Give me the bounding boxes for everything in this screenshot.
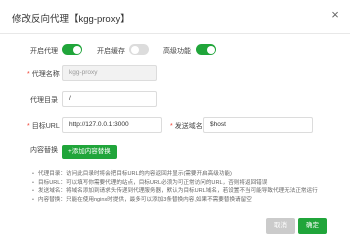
toggle-label-cache: 开启缓存 (97, 48, 125, 55)
content-replace-label: 内容替换 (30, 147, 58, 154)
toggle-row: 开启代理 开启缓存 高级功能 (0, 44, 350, 58)
proxy-name-field[interactable]: kgg-proxy (62, 65, 157, 81)
add-content-replace-button[interactable]: +添加内容替换 (62, 145, 117, 159)
help-notes: 代理目录：访问此目录时将会把目标URL的内容返回并显示(需要开启高级功能) 目标… (32, 170, 342, 204)
note-item: 发送域名：将域名添加到请求头传递到代理服务器，默认为目标URL域名，若设置不当可… (32, 187, 342, 196)
toggle-enable-proxy[interactable] (62, 44, 82, 55)
confirm-button[interactable]: 确定 (298, 218, 327, 234)
dialog-titlebar: 修改反向代理【kgg-proxy】 × (0, 0, 350, 34)
cancel-button[interactable]: 取消 (266, 218, 295, 234)
toggle-enable-cache[interactable] (129, 44, 149, 55)
proxy-dir-field[interactable]: / (62, 91, 157, 107)
send-domain-label: * 发送域名 (170, 123, 203, 130)
required-marker: * (27, 123, 30, 130)
dialog-footer: 取消 确定 (0, 218, 350, 250)
toggle-label-proxy: 开启代理 (30, 48, 58, 55)
toggle-label-advanced: 高级功能 (163, 48, 191, 55)
required-marker: * (170, 123, 173, 130)
target-url-field[interactable]: http://127.0.0.1:3000 (62, 117, 162, 133)
required-marker: * (27, 71, 30, 78)
dialog-title: 修改反向代理【kgg-proxy】 (12, 14, 130, 25)
close-icon[interactable]: × (329, 8, 341, 21)
toggle-advanced[interactable] (196, 44, 216, 55)
note-item: 内容替换：只能在使用nginx时提供，最多可以添加3条替换内容,如果不需要替换请… (32, 196, 342, 205)
proxy-dir-label: 代理目录 (30, 97, 58, 104)
proxy-edit-dialog: 修改反向代理【kgg-proxy】 × 开启代理 开启缓存 高级功能 * 代理名称… (0, 0, 350, 250)
send-domain-field[interactable]: $host (203, 117, 313, 133)
proxy-name-label: * 代理名称 (27, 71, 60, 78)
target-url-label: * 目标URL (27, 123, 60, 130)
note-item: 代理目录：访问此目录时将会把目标URL的内容返回并显示(需要开启高级功能) (32, 170, 342, 179)
note-item: 目标URL：可以填写你需要代理的站点，目标URL必须为可正常访问的URL，否则将… (32, 179, 342, 188)
